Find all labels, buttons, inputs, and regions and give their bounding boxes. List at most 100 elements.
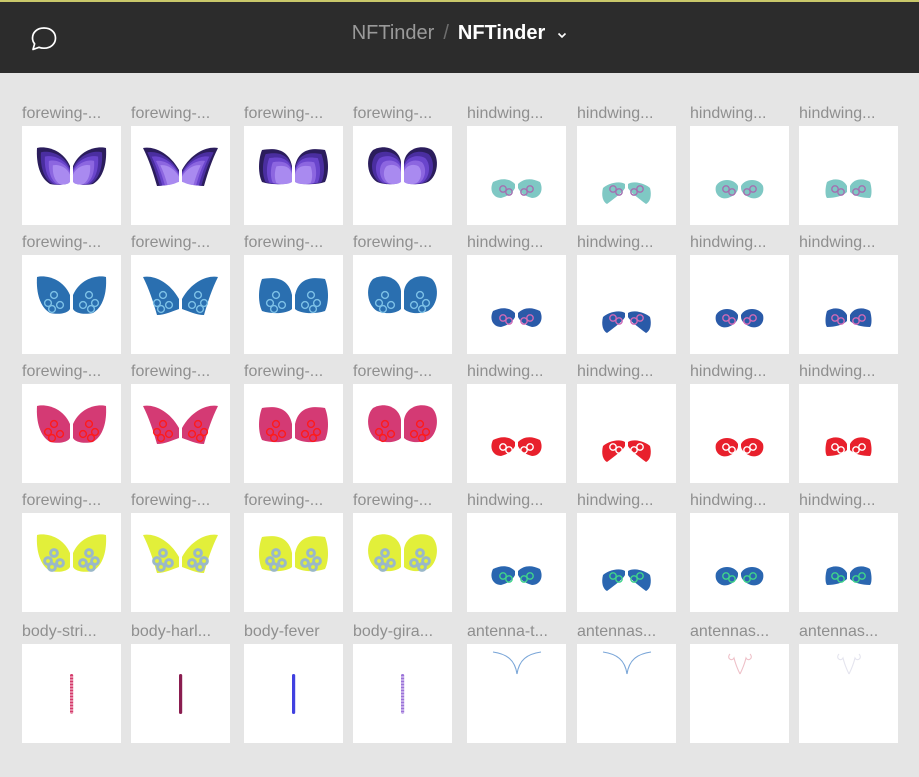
file-menu-toggle[interactable] — [557, 22, 567, 45]
asset-tile[interactable]: hindwing... — [577, 103, 676, 225]
asset-thumbnail[interactable] — [244, 255, 343, 354]
asset-tile[interactable]: forewing-... — [244, 232, 343, 354]
asset-tile[interactable]: antennas... — [690, 621, 789, 743]
asset-thumbnail[interactable] — [244, 126, 343, 225]
asset-thumbnail[interactable] — [467, 126, 566, 225]
asset-tile[interactable]: hindwing... — [467, 232, 566, 354]
asset-tile[interactable]: antenna-t... — [467, 621, 566, 743]
asset-thumbnail[interactable] — [131, 255, 230, 354]
asset-tile[interactable]: body-stri... — [22, 621, 121, 743]
file-title[interactable]: NFTinder — [458, 22, 545, 44]
asset-label: forewing-... — [22, 234, 102, 251]
left-wing — [825, 566, 847, 585]
asset-thumbnail[interactable] — [690, 126, 789, 225]
hindwing-pointed-preview — [602, 182, 651, 204]
asset-tile[interactable]: hindwing... — [577, 361, 676, 483]
asset-tile[interactable]: hindwing... — [690, 232, 789, 354]
asset-tile[interactable]: hindwing... — [799, 490, 898, 612]
asset-label: forewing-... — [353, 105, 433, 122]
asset-tile[interactable]: forewing-... — [131, 232, 230, 354]
asset-label: hindwing... — [690, 234, 767, 251]
asset-thumbnail[interactable] — [690, 255, 789, 354]
asset-tile[interactable]: hindwing... — [577, 232, 676, 354]
asset-tile[interactable]: forewing-... — [244, 361, 343, 483]
asset-thumbnail[interactable] — [353, 644, 452, 743]
asset-thumbnail[interactable] — [799, 126, 898, 225]
top-bar: NFTinder / NFTinder — [0, 0, 919, 73]
asset-tile[interactable]: hindwing... — [467, 361, 566, 483]
breadcrumb-parent[interactable]: NFTinder — [352, 22, 435, 44]
asset-thumbnail[interactable] — [353, 255, 452, 354]
asset-tile[interactable]: antennas... — [577, 621, 676, 743]
left-wing — [715, 309, 738, 328]
asset-label: hindwing... — [467, 105, 544, 122]
right-wing — [73, 405, 107, 443]
asset-thumbnail[interactable] — [22, 255, 121, 354]
asset-tile[interactable]: hindwing... — [577, 490, 676, 612]
asset-tile[interactable]: hindwing... — [799, 232, 898, 354]
asset-tile[interactable]: hindwing... — [799, 103, 898, 225]
asset-tile[interactable]: forewing-... — [244, 490, 343, 612]
asset-thumbnail[interactable] — [353, 513, 452, 612]
asset-tile[interactable]: body-fever — [244, 621, 343, 743]
asset-thumbnail[interactable] — [131, 126, 230, 225]
asset-thumbnail[interactable] — [799, 513, 898, 612]
asset-tile[interactable]: forewing-... — [244, 103, 343, 225]
asset-thumbnail[interactable] — [577, 513, 676, 612]
asset-tile[interactable]: forewing-... — [131, 361, 230, 483]
asset-tile[interactable]: hindwing... — [690, 490, 789, 612]
asset-thumbnail[interactable] — [577, 126, 676, 225]
asset-thumbnail[interactable] — [799, 384, 898, 483]
asset-thumbnail[interactable] — [467, 384, 566, 483]
asset-thumbnail[interactable] — [22, 513, 121, 612]
asset-tile[interactable]: antennas... — [799, 621, 898, 743]
asset-thumbnail[interactable] — [799, 644, 898, 743]
asset-tile[interactable]: hindwing... — [690, 361, 789, 483]
right-wing — [182, 405, 218, 444]
asset-thumbnail[interactable] — [690, 644, 789, 743]
asset-tile[interactable]: forewing-... — [22, 361, 121, 483]
asset-tile[interactable]: forewing-... — [22, 490, 121, 612]
asset-tile[interactable]: hindwing... — [467, 490, 566, 612]
asset-thumbnail[interactable] — [244, 513, 343, 612]
asset-thumbnail[interactable] — [353, 126, 452, 225]
asset-tile[interactable]: hindwing... — [690, 103, 789, 225]
asset-tile[interactable]: forewing-... — [22, 103, 121, 225]
asset-thumbnail[interactable] — [244, 644, 343, 743]
asset-thumbnail[interactable] — [577, 255, 676, 354]
asset-thumbnail[interactable] — [467, 644, 566, 743]
asset-tile[interactable]: forewing-... — [22, 232, 121, 354]
asset-tile[interactable]: forewing-... — [353, 103, 452, 225]
asset-tile[interactable]: body-gira... — [353, 621, 452, 743]
asset-thumbnail[interactable] — [131, 513, 230, 612]
left-wing — [259, 407, 292, 443]
asset-tile[interactable]: hindwing... — [467, 103, 566, 225]
asset-tile[interactable]: forewing-... — [353, 490, 452, 612]
asset-tile[interactable]: forewing-... — [353, 361, 452, 483]
asset-label: forewing-... — [353, 363, 433, 380]
asset-thumbnail[interactable] — [690, 513, 789, 612]
asset-thumbnail[interactable] — [22, 126, 121, 225]
left-wing — [491, 566, 515, 585]
asset-thumbnail[interactable] — [131, 384, 230, 483]
asset-tile[interactable]: forewing-... — [131, 490, 230, 612]
asset-tile[interactable]: hindwing... — [799, 361, 898, 483]
asset-thumbnail[interactable] — [22, 644, 121, 743]
asset-label: body-gira... — [353, 623, 434, 640]
asset-thumbnail[interactable] — [799, 255, 898, 354]
asset-tile[interactable]: forewing-... — [353, 232, 452, 354]
hindwing-circle-preview — [715, 309, 764, 328]
asset-thumbnail[interactable] — [244, 384, 343, 483]
right-wing — [73, 534, 107, 572]
asset-thumbnail[interactable] — [131, 644, 230, 743]
asset-thumbnail[interactable] — [353, 384, 452, 483]
asset-thumbnail[interactable] — [577, 644, 676, 743]
asset-thumbnail[interactable] — [690, 384, 789, 483]
asset-thumbnail[interactable] — [577, 384, 676, 483]
asset-label: hindwing... — [467, 363, 544, 380]
asset-thumbnail[interactable] — [22, 384, 121, 483]
asset-tile[interactable]: body-harl... — [131, 621, 230, 743]
asset-tile[interactable]: forewing-... — [131, 103, 230, 225]
asset-thumbnail[interactable] — [467, 255, 566, 354]
asset-thumbnail[interactable] — [467, 513, 566, 612]
